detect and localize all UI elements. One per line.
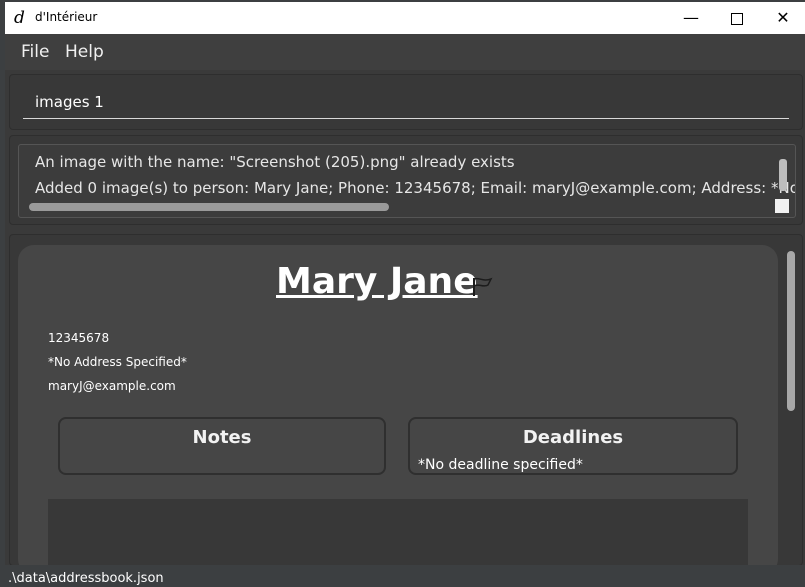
command-input[interactable] — [23, 85, 789, 119]
menu-help[interactable]: Help — [65, 42, 104, 62]
person-name: Mary Jane — [276, 261, 478, 302]
close-button[interactable]: ✕ — [760, 2, 805, 34]
result-line: An image with the name: "Screenshot (205… — [35, 153, 515, 171]
deadlines-box: Deadlines *No deadline specified* — [408, 417, 738, 475]
result-display-pane: An image with the name: "Screenshot (205… — [9, 135, 803, 225]
window-title: d'Intérieur — [35, 10, 98, 24]
menu-bar: File Help — [5, 34, 805, 70]
deadlines-text: *No deadline specified* — [418, 457, 583, 473]
maximize-button[interactable] — [714, 2, 760, 34]
menu-file[interactable]: File — [21, 42, 49, 62]
horizontal-scrollbar[interactable] — [29, 203, 389, 211]
image-gallery — [48, 499, 748, 565]
title-bar: d d'Intérieur — ✕ — [5, 2, 805, 34]
data-file-path: .\data\addressbook.json — [8, 571, 164, 586]
app-window: d d'Intérieur — ✕ File Help An image wit… — [5, 2, 805, 587]
notes-box: Notes — [58, 417, 386, 475]
person-email: maryJ@example.com — [48, 379, 176, 393]
notes-title: Notes — [192, 427, 252, 448]
app-logo-icon: d — [14, 8, 25, 28]
vertical-scrollbar[interactable] — [779, 159, 787, 191]
result-display: An image with the name: "Screenshot (205… — [18, 144, 796, 218]
minimize-button[interactable]: — — [668, 2, 714, 34]
result-line: Added 0 image(s) to person: Mary Jane; P… — [35, 179, 795, 197]
deadlines-title: Deadlines — [522, 427, 624, 448]
scroll-corner — [775, 199, 789, 213]
status-bar: .\data\addressbook.json — [0, 565, 805, 587]
person-card: Mary Jane 12345678 *No Address Specified… — [18, 245, 778, 565]
command-box — [9, 74, 803, 130]
flag-icon[interactable] — [471, 276, 495, 298]
person-phone: 12345678 — [48, 331, 110, 345]
person-address: *No Address Specified* — [48, 355, 187, 369]
detail-vertical-scrollbar[interactable] — [787, 251, 795, 411]
person-detail-pane: Mary Jane 12345678 *No Address Specified… — [9, 234, 803, 566]
maximize-icon — [731, 12, 743, 25]
